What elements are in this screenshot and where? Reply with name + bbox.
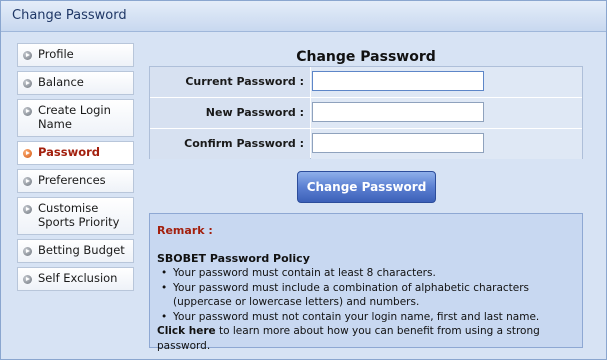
current-password-label: Current Password : bbox=[150, 67, 310, 97]
sidebar-item-balance[interactable]: Balance bbox=[17, 71, 134, 95]
sidebar-item-label: Create Login Name bbox=[38, 103, 111, 131]
sidebar-item-label: Profile bbox=[38, 47, 74, 61]
new-password-row: New Password : bbox=[150, 98, 582, 128]
new-password-input[interactable] bbox=[312, 102, 484, 122]
sidebar-item-password[interactable]: Password bbox=[17, 141, 134, 165]
arrow-bullet-icon bbox=[23, 51, 32, 60]
arrow-bullet-icon bbox=[23, 177, 32, 186]
sidebar-item-preferences[interactable]: Preferences bbox=[17, 169, 134, 193]
policy-rule: Your password must not contain your logi… bbox=[157, 310, 575, 325]
change-password-window: Change Password Profile Balance Create L… bbox=[0, 0, 607, 360]
page-title: Change Password bbox=[296, 49, 436, 65]
policy-title: SBOBET Password Policy bbox=[157, 251, 310, 265]
password-form: Current Password : New Password : Confir… bbox=[149, 66, 583, 159]
change-password-button[interactable]: Change Password bbox=[297, 171, 436, 203]
sidebar-item-label: Preferences bbox=[38, 173, 106, 187]
sidebar-item-label: Balance bbox=[38, 75, 84, 89]
new-password-label: New Password : bbox=[150, 98, 310, 128]
arrow-bullet-icon bbox=[23, 107, 32, 116]
arrow-bullet-icon bbox=[23, 79, 32, 88]
sidebar-item-label: Customise Sports Priority bbox=[38, 201, 120, 229]
learn-more-line: Click here to learn more about how you c… bbox=[157, 324, 575, 353]
arrow-bullet-icon bbox=[23, 149, 32, 158]
current-password-row: Current Password : bbox=[150, 67, 582, 97]
sidebar-item-self-exclusion[interactable]: Self Exclusion bbox=[17, 267, 134, 291]
remark-panel: Remark : SBOBET Password Policy Your pas… bbox=[149, 213, 583, 352]
current-password-input[interactable] bbox=[312, 71, 484, 91]
confirm-password-input[interactable] bbox=[312, 133, 484, 153]
confirm-password-row: Confirm Password : bbox=[150, 129, 582, 159]
remark-heading: Remark : bbox=[157, 224, 213, 237]
sidebar-item-label: Betting Budget bbox=[38, 243, 125, 257]
arrow-bullet-icon bbox=[23, 205, 32, 214]
confirm-password-cell bbox=[311, 129, 582, 159]
policy-rule: Your password must include a combination… bbox=[157, 281, 575, 310]
sidebar-item-label: Self Exclusion bbox=[38, 271, 118, 285]
current-password-cell bbox=[311, 67, 582, 97]
sidebar-item-create-login-name[interactable]: Create Login Name bbox=[17, 99, 134, 137]
sidebar-item-customise-sports-priority[interactable]: Customise Sports Priority bbox=[17, 197, 134, 235]
sidebar-item-profile[interactable]: Profile bbox=[17, 43, 134, 67]
sidebar-item-betting-budget[interactable]: Betting Budget bbox=[17, 239, 134, 263]
sidebar-item-label: Password bbox=[38, 145, 100, 159]
window-title: Change Password bbox=[1, 1, 606, 32]
confirm-password-label: Confirm Password : bbox=[150, 129, 310, 159]
policy-rule: Your password must contain at least 8 ch… bbox=[157, 266, 575, 281]
arrow-bullet-icon bbox=[23, 275, 32, 284]
new-password-cell bbox=[311, 98, 582, 128]
arrow-bullet-icon bbox=[23, 247, 32, 256]
click-here-link[interactable]: Click here bbox=[157, 325, 216, 337]
